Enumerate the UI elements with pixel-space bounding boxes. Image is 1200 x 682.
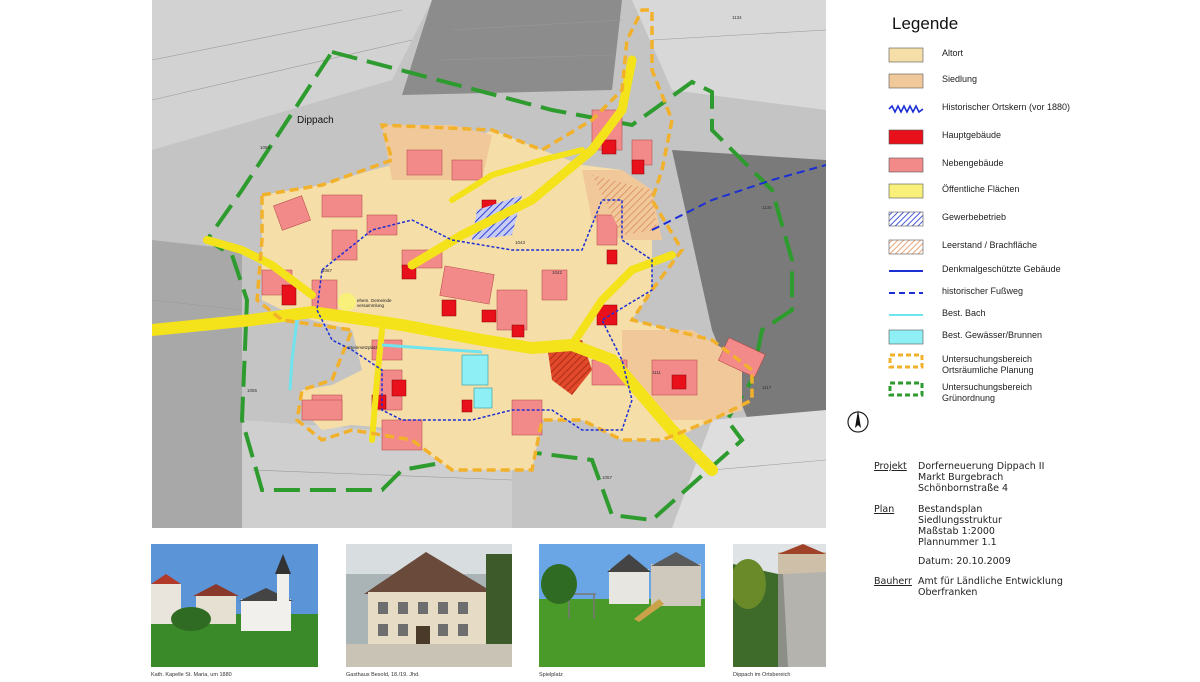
legend-label: Untersuchungsbereich Grünordnung: [942, 382, 1033, 403]
legend-item-ortskern: Historischer Ortskern (vor 1880): [838, 98, 1200, 124]
map-label-parcel: 1134: [732, 15, 742, 20]
map-drawing: [152, 0, 826, 528]
legend-label: Hauptgebäude: [942, 130, 1002, 140]
legend-label: Nebengebäude: [942, 158, 1004, 168]
platz-circle: [338, 293, 356, 311]
legend-item-leerstand: Leerstand / Brachfläche: [838, 236, 1200, 262]
legend-symbol-gewaesser: [888, 329, 924, 345]
bauherr-value: Amt für Ländliche Entwicklung Oberfranke…: [918, 576, 1063, 598]
photo-ortsbereich[interactable]: [733, 544, 826, 667]
caption-gasthaus: Gasthaus Besold, 18./19. Jhd.: [346, 672, 420, 678]
plan-value: Bestandsplan Siedlungsstruktur Maßstab 1…: [918, 504, 1002, 548]
legend-label: Denkmalgeschützte Gebäude: [942, 264, 1061, 274]
legend-symbol-oeffentlich: [888, 183, 924, 199]
legend-symbol-gewerbe: [888, 211, 924, 227]
legend-item-gewaesser: Best. Gewässer/Brunnen: [838, 326, 1200, 352]
legend-symbol-siedlung: [888, 73, 924, 89]
info-datum: Datum: 20.10.2009: [918, 556, 1011, 567]
map-label-parcel: 1111: [652, 370, 662, 375]
legend-item-oeffentlich: Öffentliche Flächen: [838, 180, 1200, 206]
map-label-parcel: 1130: [762, 205, 772, 210]
caption-spielplatz: Spielplatz: [539, 672, 563, 678]
site-plan-map[interactable]: Dippach ehem. Gemeinde versammlung Stein…: [152, 0, 826, 528]
legend-item-gruenordnung: Untersuchungsbereich Grünordnung: [838, 378, 1200, 404]
map-label-parcel: 1117: [762, 385, 772, 390]
legend-item-ortsraeumlich: Untersuchungsbereich Ortsräumliche Planu…: [838, 350, 1200, 376]
photo-spielplatz[interactable]: [539, 544, 705, 667]
legend-label: Gewerbebetrieb: [942, 212, 1007, 222]
legend-label: historischer Fußweg: [942, 286, 1024, 296]
info-plan: Plan Bestandsplan Siedlungsstruktur Maßs…: [874, 504, 1194, 550]
plan-label: Plan: [874, 504, 895, 515]
legend-label: Siedlung: [942, 74, 978, 84]
info-bauherr: Bauherr Amt für Ländliche Entwicklung Ob…: [874, 576, 1194, 600]
map-label-parcel: 1057: [602, 475, 613, 480]
legend-symbol-bach: [889, 314, 923, 316]
legend-item-gewerbe: Gewerbebetrieb: [838, 208, 1200, 234]
info-projekt: Projekt Dorferneuerung Dippach II Markt …: [874, 461, 1194, 501]
field-w: [152, 240, 242, 528]
pond-2: [473, 387, 493, 409]
legend-item-siedlung: Siedlung: [838, 70, 1200, 96]
photo-gasthaus[interactable]: [346, 544, 512, 667]
legend-label: Altort: [942, 48, 964, 58]
legend-item-altort: Altort: [838, 44, 1200, 70]
projekt-value: Dorferneuerung Dippach II Markt Burgebra…: [918, 461, 1045, 494]
north-arrow-icon: [847, 410, 869, 433]
map-label-stonepit: Steinmetzplatz: [348, 345, 378, 350]
photo-kapelle[interactable]: [151, 544, 318, 667]
legend-label: Öffentliche Flächen: [942, 184, 1020, 194]
bauherr-label: Bauherr: [874, 576, 912, 587]
town-label: Dippach: [297, 115, 334, 126]
legend-label: Leerstand / Brachfläche: [942, 240, 1038, 250]
legend-symbol-nebengebaeude: [888, 157, 924, 173]
legend-symbol-ortskern: [888, 104, 924, 114]
projekt-label: Projekt: [874, 461, 907, 472]
map-label-parcel: 1043: [515, 240, 526, 245]
map-label-parcel: 1067: [322, 268, 333, 273]
legend-label: Untersuchungsbereich Ortsräumliche Planu…: [942, 354, 1034, 375]
legend-label: Best. Gewässer/Brunnen: [942, 330, 1043, 340]
legend-label: Best. Bach: [942, 308, 986, 318]
map-label-chapel: ehem. Gemeinde versammlung: [357, 298, 392, 308]
caption-kapelle: Kath. Kapelle St. Maria, um 1880: [151, 672, 232, 678]
legend-symbol-altort: [888, 47, 924, 63]
map-label-parcel: 1068: [260, 145, 271, 150]
pond: [461, 354, 489, 386]
legend: Altort Siedlung Historischer Ortskern (vor…: [838, 0, 1200, 450]
legend-symbol-leerstand: [888, 239, 924, 255]
legend-item-hauptgebaeude: Hauptgebäude: [838, 126, 1200, 152]
legend-symbol-ortsraeumlich: [888, 353, 924, 369]
field-n: [402, 0, 622, 95]
legend-symbol-hauptgebaeude: [888, 129, 924, 145]
map-label-parcel: 1055: [247, 388, 258, 393]
legend-symbol-fussweg: [889, 292, 923, 294]
caption-ortsbereich: Dippach im Ortsbereich: [733, 672, 791, 678]
legend-label: Historischer Ortskern (vor 1880): [942, 102, 1071, 112]
map-label-parcel: 1042: [552, 270, 563, 275]
legend-symbol-gruenordnung: [888, 381, 924, 397]
legend-item-nebengebaeude: Nebengebäude: [838, 154, 1200, 180]
legend-symbol-denkmal: [889, 270, 923, 272]
